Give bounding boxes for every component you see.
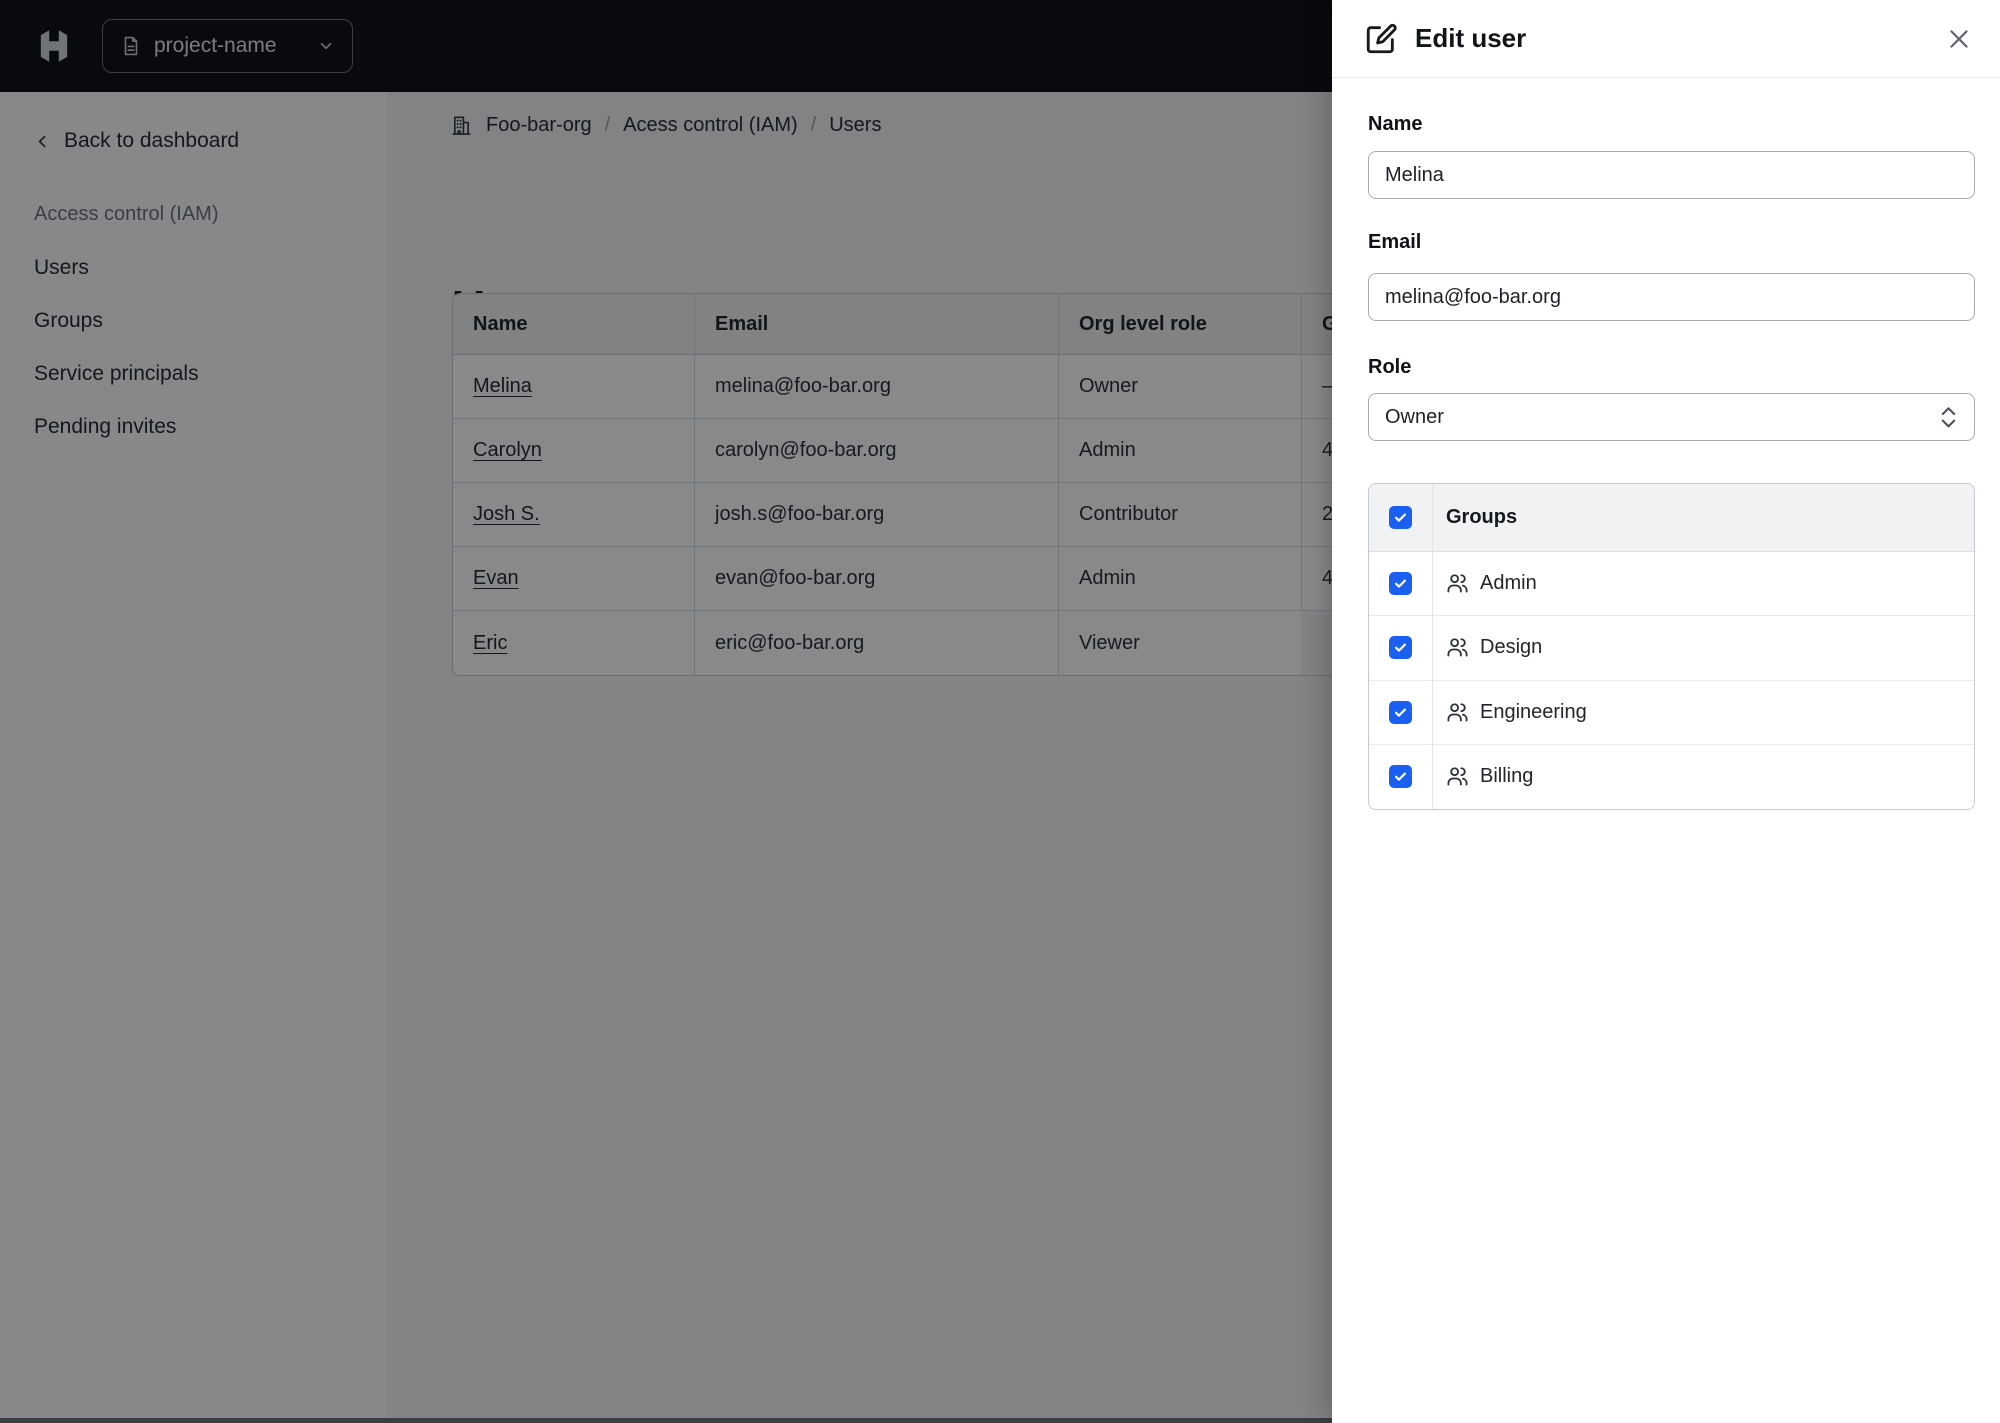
group-checkbox-cell <box>1369 552 1433 616</box>
group-checkbox-design[interactable] <box>1389 636 1412 660</box>
users-group-icon <box>1446 701 1469 724</box>
edit-user-drawer: Edit user Name Email Role Owner Groups <box>1332 0 2000 1423</box>
users-group-icon <box>1446 572 1469 595</box>
group-checkbox-admin[interactable] <box>1389 572 1412 596</box>
group-label: Engineering <box>1480 700 1587 723</box>
groups-select-all-cell <box>1369 484 1433 551</box>
drawer-title: Edit user <box>1415 23 1527 53</box>
groups-picker-header: Groups <box>1369 484 1974 552</box>
role-select[interactable]: Owner <box>1368 393 1975 441</box>
group-row-design[interactable]: Design <box>1369 616 1974 681</box>
group-checkbox-cell <box>1369 744 1433 809</box>
close-icon[interactable] <box>1946 26 1972 52</box>
group-checkbox-engineering[interactable] <box>1389 700 1412 724</box>
role-field-label: Role <box>1368 356 1412 378</box>
users-group-icon <box>1446 636 1469 659</box>
group-row-admin[interactable]: Admin <box>1369 552 1974 617</box>
group-checkbox-billing[interactable] <box>1389 765 1412 789</box>
edit-icon <box>1364 22 1398 56</box>
group-label: Admin <box>1480 572 1537 595</box>
role-select-value: Owner <box>1385 405 1444 428</box>
group-checkbox-cell <box>1369 680 1433 744</box>
groups-picker: Groups Admin Design Engineering Billing <box>1368 483 1975 810</box>
email-field[interactable] <box>1368 273 1975 321</box>
groups-picker-title: Groups <box>1446 506 1518 528</box>
select-stepper-icon <box>1939 405 1958 430</box>
name-field[interactable] <box>1368 151 1975 199</box>
select-all-groups-checkbox[interactable] <box>1389 506 1412 529</box>
name-field-label: Name <box>1368 113 1423 135</box>
group-row-engineering[interactable]: Engineering <box>1369 680 1974 745</box>
group-checkbox-cell <box>1369 616 1433 680</box>
users-group-icon <box>1446 765 1469 788</box>
drawer-header: Edit user <box>1332 0 2000 78</box>
group-row-billing[interactable]: Billing <box>1369 744 1974 809</box>
email-field-label: Email <box>1368 231 1422 253</box>
group-label: Design <box>1480 636 1543 659</box>
group-label: Billing <box>1480 765 1534 788</box>
